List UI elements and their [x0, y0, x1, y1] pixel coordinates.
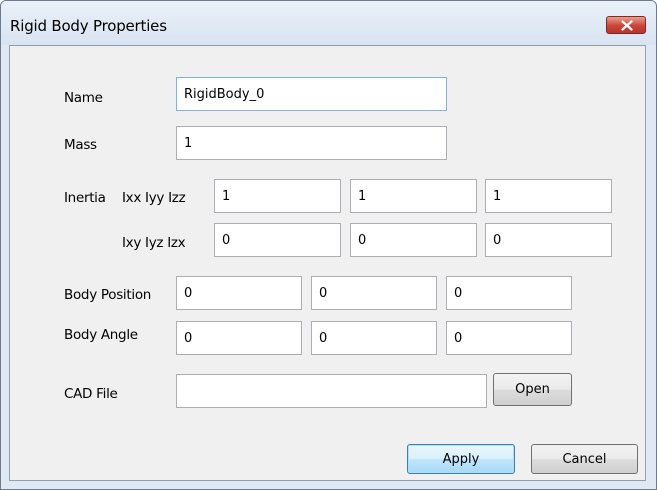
inertia-label: Inertia: [64, 190, 106, 206]
body-position-z-field[interactable]: [446, 276, 572, 310]
body-angle-y-field[interactable]: [311, 321, 437, 355]
dialog-body: Name Mass Inertia Ixx Iyy Izz Ixy Iyz Iz…: [9, 45, 646, 481]
mass-field[interactable]: [176, 126, 447, 160]
izz-field[interactable]: [485, 179, 612, 213]
cad-file-label: CAD File: [64, 386, 118, 402]
inertia-diagonal-label: Ixx Iyy Izz: [122, 190, 186, 206]
name-field[interactable]: [176, 77, 447, 111]
body-position-y-field[interactable]: [311, 276, 437, 310]
rigid-body-properties-dialog: Rigid Body Properties Name Mass Inertia …: [0, 0, 657, 490]
ixx-field[interactable]: [214, 179, 341, 213]
ixy-field[interactable]: [214, 223, 341, 257]
apply-button[interactable]: Apply: [407, 444, 515, 474]
body-position-label: Body Position: [64, 287, 152, 303]
cancel-button[interactable]: Cancel: [531, 444, 638, 474]
inertia-offdiagonal-label: Ixy Iyz Izx: [122, 235, 186, 251]
mass-label: Mass: [64, 137, 97, 153]
close-button[interactable]: [606, 16, 646, 34]
title-bar[interactable]: Rigid Body Properties: [1, 1, 656, 45]
cad-file-field[interactable]: [176, 374, 487, 408]
body-position-x-field[interactable]: [176, 276, 302, 310]
iyy-field[interactable]: [350, 179, 477, 213]
body-angle-label: Body Angle: [64, 327, 138, 343]
window-title: Rigid Body Properties: [10, 17, 167, 35]
body-angle-x-field[interactable]: [176, 321, 302, 355]
open-button[interactable]: Open: [493, 373, 572, 406]
body-angle-z-field[interactable]: [446, 321, 572, 355]
izx-field[interactable]: [485, 223, 612, 257]
close-icon: [621, 20, 633, 31]
iyz-field[interactable]: [350, 223, 477, 257]
name-label: Name: [64, 90, 103, 106]
